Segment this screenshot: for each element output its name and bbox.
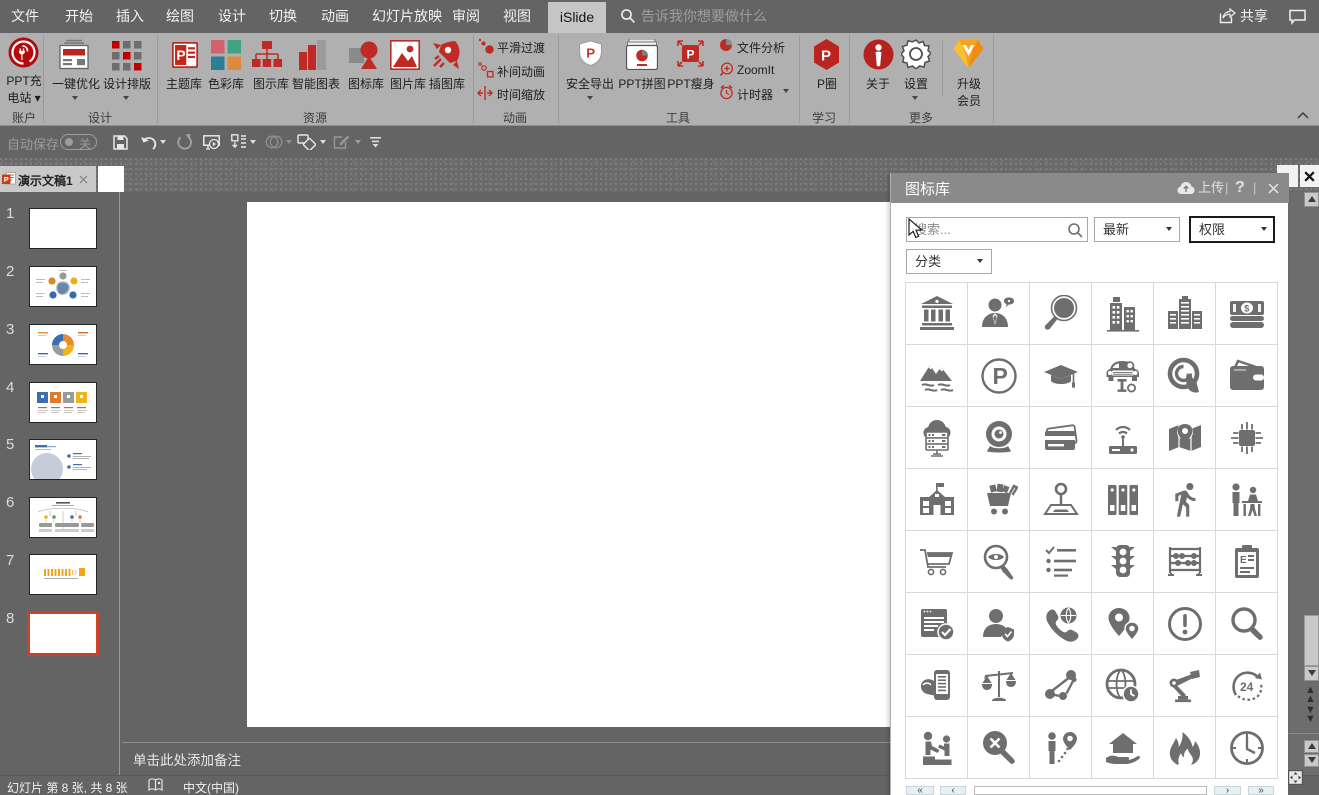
svg-text:24: 24 [1240,680,1254,694]
svg-text:E: E [1240,555,1247,566]
svg-text:$: $ [1244,303,1249,313]
svg-text:P: P [687,48,695,62]
svg-text:P: P [4,175,9,184]
svg-text:P: P [821,48,831,65]
svg-text:P: P [586,45,595,60]
svg-text:P: P [176,47,185,63]
svg-text:P: P [992,363,1007,389]
svg-text:$: $ [984,675,989,684]
